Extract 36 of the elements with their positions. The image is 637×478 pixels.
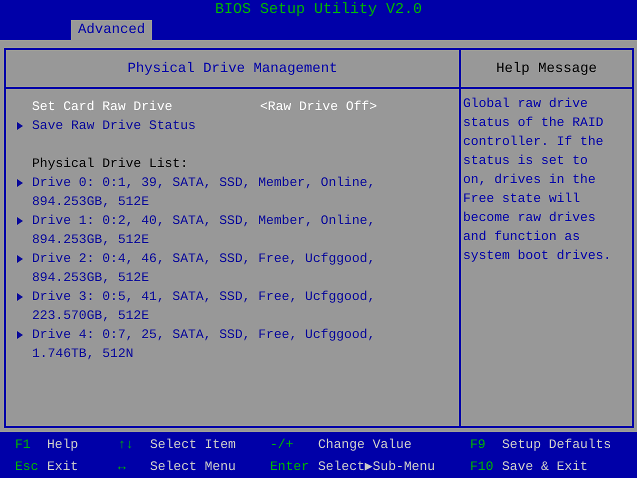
arrow-icon [16,330,24,340]
panel-heading: Physical Drive Management [127,60,338,76]
key-name: -/+ [270,436,294,454]
key-action: Setup Defaults [502,436,612,454]
key-action: Select Item [150,436,236,454]
key-action: Help [47,436,78,454]
arrow-icon [16,121,24,131]
key-action: Select Menu [150,458,236,476]
arrow-icon [16,216,24,226]
key-action: Change Value [318,436,412,454]
submenu-item[interactable]: Drive 0: 0:1, 39, SATA, SSD, Member, Online, 894.253GB, 512E [32,173,402,211]
submenu-item[interactable]: Save Raw Drive Status [32,116,402,135]
submenu-item[interactable]: Drive 1: 0:2, 40, SATA, SSD, Member, Online, 894.253GB, 512E [32,211,402,249]
key-name: Esc [15,458,40,476]
setting-label[interactable]: Set Card Raw Drive [32,97,260,116]
panel-heading: Help Message [496,60,597,76]
help-text: Global raw drive status of the RAID controller. If the status is set to on, drives in the Free state will become raw drives and function as system boot drives. [462,95,612,265]
arrow-icon [16,178,24,188]
key-action: Select▶Sub-Menu [318,458,436,476]
key-name: ↔ [118,458,127,476]
key-name: ↑↓ [118,436,135,454]
submenu-item[interactable]: Drive 4: 0:7, 25, SATA, SSD, Free, Ucfggood, 1.746TB, 512N [32,325,402,363]
key-action: Exit [47,458,78,476]
section-label: Physical Drive List: [32,155,188,173]
key-name: F9 [470,436,487,454]
key-name: F10 [470,458,494,476]
menu-tab[interactable]: Advanced [71,20,152,40]
key-name: Enter [270,458,310,476]
arrow-icon [16,292,24,302]
window-title: BIOS Setup Utility V2.0 [214,0,424,20]
submenu-item[interactable]: Drive 2: 0:4, 46, SATA, SSD, Free, Ucfggood, 894.253GB, 512E [32,249,402,287]
arrow-icon [16,254,24,264]
key-action: Save & Exit [502,458,588,476]
setting-value[interactable]: <Raw Drive Off> [260,97,378,116]
submenu-item[interactable]: Drive 3: 0:5, 41, SATA, SSD, Free, Ucfggood, 223.570GB, 512E [32,287,402,325]
key-name: F1 [15,436,32,454]
